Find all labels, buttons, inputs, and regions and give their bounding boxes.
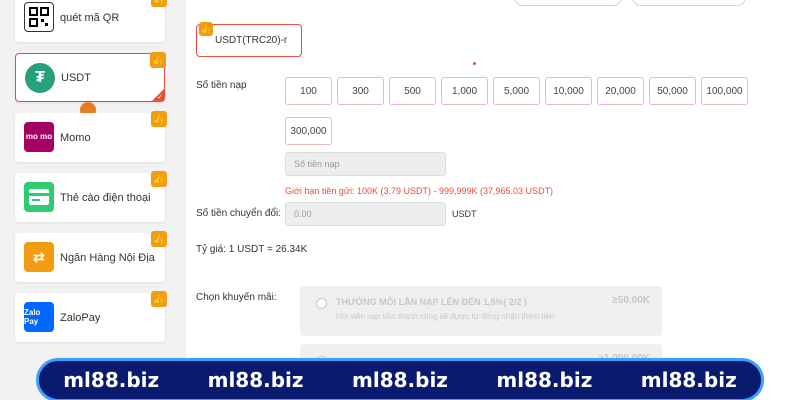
amount-option[interactable]: 100,000 xyxy=(701,77,748,105)
banner-text: ml88.biz xyxy=(63,368,160,392)
promo-min-amount: ≥50.00K xyxy=(612,295,650,306)
amount-option[interactable]: 5,000 xyxy=(493,77,540,105)
promo-badge-icon: 👍 xyxy=(151,231,167,247)
sidebar-item-momo[interactable]: mo mo Momo 👍 xyxy=(15,111,167,162)
bank-transfer-icon: ⇄ xyxy=(24,242,54,272)
amount-label: Số tiền nạp xyxy=(196,80,247,91)
payment-method-sidebar: quét mã QR 👍 ₮ USDT 👍 ✓ mo mo Momo 👍 Thẻ… xyxy=(0,0,186,400)
currency-label: USDT(TRC20)-r xyxy=(215,35,288,46)
indicator-dot xyxy=(473,62,476,65)
promo-radio[interactable] xyxy=(316,298,327,309)
promo-badge-icon: 👍 xyxy=(150,52,166,68)
amount-option[interactable]: 1,000 xyxy=(441,77,488,105)
deposit-limit-text: Giới hạn tiền gửi: 100K (3.79 USDT) - 99… xyxy=(285,186,554,196)
promo-description: Hội viên nạp tiền thành công sẽ được tự … xyxy=(336,312,555,321)
promo-badge-icon: 👍 xyxy=(199,22,213,36)
amount-input[interactable]: Số tiền nạp xyxy=(285,152,446,176)
amount-option[interactable]: 20,000 xyxy=(597,77,644,105)
sidebar-item-label: Momo xyxy=(60,131,91,144)
sidebar-item-usdt[interactable]: ₮ USDT 👍 ✓ xyxy=(15,52,166,102)
top-tab-pill[interactable] xyxy=(632,0,746,6)
deposit-form: 👍 USDT(TRC20)-r Số tiền nạp 100 300 500 … xyxy=(186,0,800,400)
sidebar-item-qr[interactable]: quét mã QR 👍 xyxy=(15,0,167,42)
sidebar-item-label: quét mã QR xyxy=(60,11,120,24)
promo-title: THƯỞNG MỖI LẦN NẠP LÊN ĐẾN 1,5%( 2/2 ) xyxy=(336,297,527,307)
converted-amount-label: Số tiền chuyển đổi: xyxy=(196,208,282,219)
sidebar-item-label: Thẻ cào điện thoại xyxy=(60,191,151,204)
converted-amount-field: 0.00 xyxy=(285,202,446,226)
momo-icon: mo mo xyxy=(24,122,54,152)
phone-card-icon xyxy=(24,182,54,212)
promo-label: Chọn khuyến mãi: xyxy=(196,292,277,303)
amount-option[interactable]: 10,000 xyxy=(545,77,592,105)
banner-text: ml88.biz xyxy=(496,368,593,392)
site-banner: ml88.biz ml88.biz ml88.biz ml88.biz ml88… xyxy=(36,358,764,400)
amount-option[interactable]: 500 xyxy=(389,77,436,105)
converted-unit: USDT xyxy=(452,209,477,219)
promo-badge-icon: 👍 xyxy=(151,0,167,7)
sidebar-item-phone-card[interactable]: Thẻ cào điện thoại 👍 xyxy=(15,171,167,222)
sidebar-item-bank[interactable]: ⇄ Ngân Hàng Nội Địa 👍 xyxy=(15,231,167,282)
top-tab-pill[interactable] xyxy=(514,0,622,6)
qr-code-icon xyxy=(24,2,54,32)
promo-badge-icon: 👍 xyxy=(151,171,167,187)
promo-option[interactable]: THƯỞNG MỖI LẦN NẠP LÊN ĐẾN 1,5%( 2/2 ) H… xyxy=(300,286,662,336)
promo-badge-icon: 👍 xyxy=(151,291,167,307)
amount-option[interactable]: 100 xyxy=(285,77,332,105)
amount-option[interactable]: 300,000 xyxy=(285,117,332,145)
promo-badge-icon: 👍 xyxy=(151,111,167,127)
sidebar-item-label: ZaloPay xyxy=(60,311,101,324)
banner-text: ml88.biz xyxy=(352,368,448,392)
currency-option-usdt-trc20[interactable]: 👍 USDT(TRC20)-r xyxy=(196,22,302,57)
usdt-icon: ₮ xyxy=(25,63,55,93)
amount-option[interactable]: 300 xyxy=(337,77,384,105)
sidebar-item-label: USDT xyxy=(61,71,91,84)
amount-option[interactable]: 50,000 xyxy=(649,77,696,105)
zalopay-icon: Zalo Pay xyxy=(24,302,54,332)
exchange-rate-text: Tỷ giá: 1 USDT = 26.34K xyxy=(196,244,308,255)
sidebar-item-label: Ngân Hàng Nội Địa xyxy=(60,251,155,264)
banner-text: ml88.biz xyxy=(640,368,737,392)
banner-text: ml88.biz xyxy=(207,368,304,392)
check-icon: ✓ xyxy=(157,94,163,101)
sidebar-item-zalopay[interactable]: Zalo Pay ZaloPay 👍 xyxy=(15,291,167,342)
